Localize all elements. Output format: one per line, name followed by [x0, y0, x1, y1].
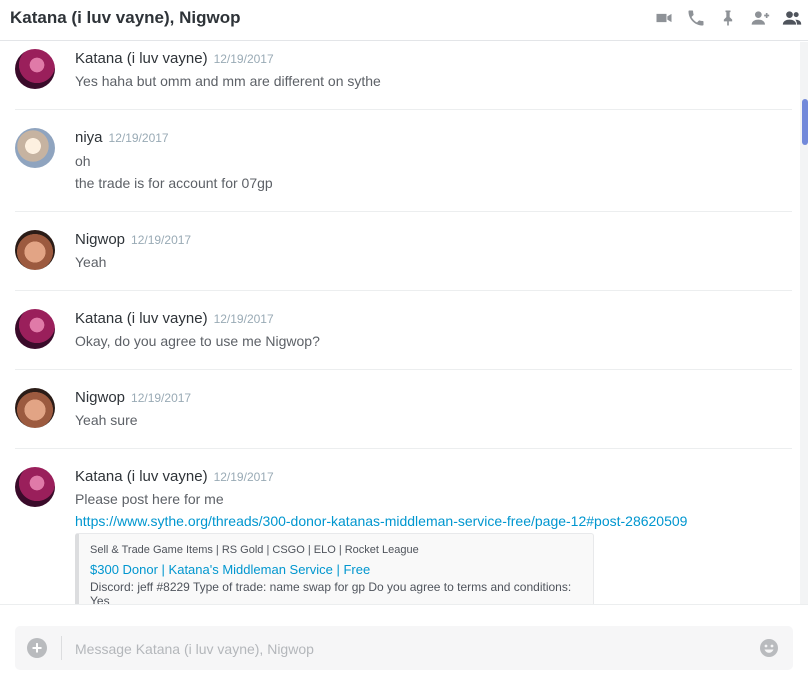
message-group: Nigwop 12/19/2017 Yeah	[0, 212, 792, 291]
message-text: the trade is for account for 07gp	[75, 175, 273, 191]
message-header: Katana (i luv vayne) 12/19/2017	[75, 310, 274, 328]
username[interactable]: Nigwop	[75, 389, 125, 406]
message-header: Katana (i luv vayne) 12/19/2017	[75, 50, 274, 68]
add-friend-icon	[751, 11, 770, 25]
message-header: niya 12/19/2017	[75, 129, 169, 147]
pin-icon	[723, 10, 733, 26]
video-call-button[interactable]	[648, 6, 680, 30]
channel-title: Katana (i luv vayne), Nigwop	[10, 8, 241, 27]
niya-avatar[interactable]	[15, 128, 55, 168]
message-group: niya 12/19/2017 oh the trade is for accou…	[0, 110, 792, 212]
username[interactable]: niya	[75, 129, 103, 146]
add-friends-button[interactable]	[744, 6, 776, 30]
scrollbar-thumb[interactable]	[802, 99, 808, 145]
member-list-button[interactable]	[776, 6, 808, 30]
composer-divider	[61, 636, 62, 660]
katana-avatar[interactable]	[15, 467, 55, 507]
voice-call-button[interactable]	[680, 6, 712, 30]
message-group: Katana (i luv vayne) 12/19/2017 Okay, do …	[0, 291, 792, 370]
message-text: Please post here for me	[75, 491, 224, 507]
timestamp: 12/19/2017	[213, 52, 274, 66]
nigwop-avatar[interactable]	[15, 230, 55, 270]
timestamp: 12/19/2017	[213, 312, 274, 326]
username[interactable]: Katana (i luv vayne)	[75, 310, 208, 327]
message-group: Katana (i luv vayne) 12/19/2017 Yes haha …	[0, 42, 792, 110]
header-toolbar	[648, 6, 808, 30]
username[interactable]: Katana (i luv vayne)	[75, 468, 208, 485]
username[interactable]: Katana (i luv vayne)	[75, 50, 208, 67]
katana-avatar[interactable]	[15, 309, 55, 349]
message-text: oh	[75, 153, 91, 169]
message-header: Nigwop 12/19/2017	[75, 231, 191, 249]
composer-area: +	[0, 604, 808, 690]
timestamp: 12/19/2017	[108, 131, 169, 145]
message-list: Katana (i luv vayne) 12/19/2017 Yes haha …	[0, 42, 800, 604]
link-embed: Sell & Trade Game Items | RS Gold | CSGO…	[75, 533, 594, 604]
message-composer: +	[15, 626, 793, 670]
pinned-messages-button[interactable]	[712, 6, 744, 30]
katana-avatar[interactable]	[15, 49, 55, 89]
message-input[interactable]	[73, 636, 747, 662]
message-scrollbar[interactable]	[800, 42, 808, 604]
member-list-icon	[782, 11, 802, 25]
phone-icon	[688, 10, 704, 26]
username[interactable]: Nigwop	[75, 231, 125, 248]
message-text: Yeah sure	[75, 412, 138, 428]
video-camera-icon	[656, 13, 672, 23]
upload-button[interactable]: +	[27, 638, 47, 658]
message-text: Yeah	[75, 254, 107, 270]
embed-title-link[interactable]: $300 Donor | Katana's Middleman Service …	[90, 562, 370, 577]
message-text: Okay, do you agree to use me Nigwop?	[75, 333, 320, 349]
message-group: Katana (i luv vayne) 12/19/2017 Please po…	[0, 449, 792, 604]
message-group: Nigwop 12/19/2017 Yeah sure	[0, 370, 792, 449]
emoji-icon[interactable]	[759, 638, 779, 658]
embed-description: Discord: jeff #8229 Type of trade: name …	[90, 580, 572, 604]
embed-provider[interactable]: Sell & Trade Game Items | RS Gold | CSGO…	[90, 544, 419, 556]
channel-header: Katana (i luv vayne), Nigwop	[0, 0, 808, 41]
message-text: Yes haha but omm and mm are different on…	[75, 73, 381, 89]
message-link[interactable]: https://www.sythe.org/threads/300-donor-…	[75, 513, 687, 529]
message-header: Katana (i luv vayne) 12/19/2017	[75, 468, 274, 486]
message-header: Nigwop 12/19/2017	[75, 389, 191, 407]
timestamp: 12/19/2017	[213, 470, 274, 484]
timestamp: 12/19/2017	[131, 391, 192, 405]
nigwop-avatar[interactable]	[15, 388, 55, 428]
timestamp: 12/19/2017	[131, 233, 192, 247]
